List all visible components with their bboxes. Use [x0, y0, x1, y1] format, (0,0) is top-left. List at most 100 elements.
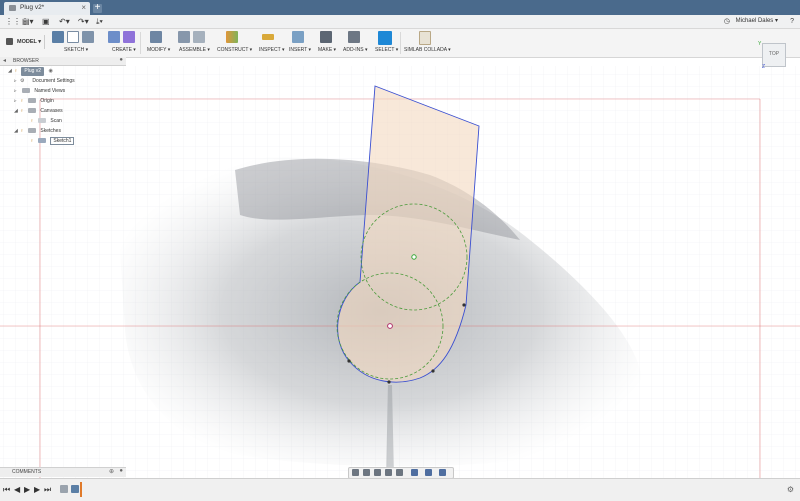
recent-button[interactable]: ⤓▾: [96, 17, 103, 26]
modify-icon[interactable]: [150, 31, 162, 43]
browser-root[interactable]: ◢ ♀ Plug v2 ◉: [8, 67, 53, 76]
tree-item-origin[interactable]: ▹ ♀ Origin: [14, 97, 54, 106]
simlab-label: SIMLAB COLLADA ▾: [404, 47, 451, 53]
visibility-bulb-icon[interactable]: ♀: [14, 67, 20, 76]
gear-icon: ⚙: [20, 78, 25, 84]
visibility-bulb-icon[interactable]: ♀: [20, 97, 26, 106]
go-to-start-button[interactable]: ⏮: [3, 485, 10, 494]
tree-item-label: Sketch1: [50, 137, 75, 145]
tree-item-sketches[interactable]: ◢ ♀ Sketches: [14, 127, 61, 136]
form-icon[interactable]: [123, 31, 135, 43]
expand-arrow-icon[interactable]: ▹: [14, 87, 20, 96]
spline-icon[interactable]: [67, 31, 79, 43]
title-bar: Plug v2* × +: [0, 0, 800, 15]
file-menu-button[interactable]: ▤▾: [22, 17, 34, 26]
browser-title: BROWSER: [13, 58, 39, 64]
tree-item-label: Named Views: [34, 88, 66, 94]
sketch-point[interactable]: [462, 303, 466, 307]
extrude-icon[interactable]: [108, 31, 120, 43]
settings-gear-icon[interactable]: ⚙: [787, 485, 794, 494]
close-tab-icon[interactable]: ×: [81, 3, 86, 12]
measure-icon[interactable]: [262, 34, 274, 40]
sketch-icon: [38, 138, 46, 144]
assemble-label: ASSEMBLE ▾: [179, 47, 210, 53]
tree-item-canvases[interactable]: ◢ ♀ Canvases: [14, 107, 63, 116]
save-button[interactable]: ▣: [42, 17, 50, 26]
sketch-label: SKETCH ▾: [64, 47, 89, 53]
step-back-button[interactable]: ◀: [14, 485, 20, 494]
new-tab-button[interactable]: +: [93, 3, 102, 13]
timeline-feature-canvas-icon[interactable]: [60, 485, 68, 493]
folder-icon: [28, 128, 36, 134]
make-icon[interactable]: [320, 31, 332, 43]
browser-panel-header[interactable]: ◂ BROWSER ●: [0, 57, 126, 66]
pan-icon[interactable]: [374, 469, 381, 476]
design-canvas[interactable]: [0, 66, 800, 478]
tree-item-label: Sketches: [40, 128, 61, 134]
play-button[interactable]: ▶: [24, 485, 30, 494]
viewcube[interactable]: TOP: [762, 43, 786, 67]
panel-pin-icon[interactable]: ●: [119, 57, 123, 63]
collapse-icon[interactable]: ◂: [3, 57, 6, 64]
document-tab[interactable]: Plug v2* ×: [4, 2, 90, 15]
center-point-upper[interactable]: [411, 254, 417, 260]
quick-access-toolbar: ⋮⋮⋮ ▤▾ ▣ ↶▾ ↷▾ ⤓▾ ◷ Michael Dales ▾ ?: [0, 15, 800, 29]
document-tab-label: Plug v2*: [20, 4, 45, 11]
sketch-point[interactable]: [347, 359, 351, 363]
scripts-icon[interactable]: [348, 31, 360, 43]
redo-button[interactable]: ↷▾: [78, 17, 89, 26]
visibility-bulb-icon[interactable]: ♀: [30, 137, 36, 146]
visibility-bulb-icon[interactable]: ♀: [20, 127, 26, 136]
workspace-icon: [6, 38, 13, 45]
component-icon[interactable]: [193, 31, 205, 43]
folder-icon: [28, 108, 36, 114]
insert-label: INSERT ▾: [289, 47, 312, 53]
tree-item-scan[interactable]: ♀ Scan: [30, 117, 62, 126]
user-menu[interactable]: Michael Dales ▾: [736, 17, 778, 24]
ribbon-toolbar: MODEL ▾ SKETCH ▾ CREATE ▾ MODIFY ▾ ASSEM…: [0, 29, 800, 58]
help-icon[interactable]: ?: [790, 17, 794, 26]
sketch-point[interactable]: [387, 380, 391, 384]
undo-button[interactable]: ↶▾: [59, 17, 70, 26]
divider: [140, 32, 141, 54]
timeline-marker[interactable]: [80, 482, 82, 497]
go-to-end-button[interactable]: ⏭: [44, 485, 51, 494]
select-label: SELECT ▾: [375, 47, 399, 53]
root-component-label: Plug v2: [21, 67, 45, 76]
select-cursor-icon[interactable]: [378, 31, 392, 45]
comments-panel[interactable]: COMMENTS ⊕ ●: [0, 467, 126, 477]
origin-point[interactable]: [387, 323, 393, 329]
look-at-icon[interactable]: [363, 469, 370, 476]
line-icon[interactable]: [82, 31, 94, 43]
tree-item-named-views[interactable]: ▹ Named Views: [14, 87, 65, 96]
create-sketch-icon[interactable]: [52, 31, 64, 43]
construct-plane-icon[interactable]: [226, 31, 238, 43]
panel-pin-icon[interactable]: ●: [119, 468, 123, 474]
timeline-feature-sketch-icon[interactable]: [71, 485, 79, 493]
activate-radio-icon[interactable]: ◉: [48, 68, 52, 74]
zoom-icon[interactable]: [385, 469, 392, 476]
clock-icon[interactable]: ◷: [724, 17, 730, 26]
workspace-label: MODEL ▾: [17, 39, 42, 45]
inspect-label: INSPECT ▾: [259, 47, 285, 53]
visibility-bulb-icon[interactable]: ♀: [20, 107, 26, 116]
insert-image-icon[interactable]: [292, 31, 304, 43]
workspace-switcher[interactable]: MODEL ▾: [4, 35, 45, 49]
step-forward-button[interactable]: ▶: [34, 485, 40, 494]
joint-icon[interactable]: [178, 31, 190, 43]
folder-icon: [28, 98, 36, 104]
document-icon: [9, 5, 16, 11]
tree-item-sketch1[interactable]: ♀ Sketch1: [30, 137, 75, 146]
grid-settings-icon[interactable]: [425, 469, 432, 476]
collada-export-icon[interactable]: [419, 31, 431, 45]
tree-item-document-settings[interactable]: ▹ ⚙ Document Settings: [14, 77, 75, 86]
fit-icon[interactable]: [396, 469, 403, 476]
sketch-point[interactable]: [431, 369, 435, 373]
add-comment-icon[interactable]: ⊕: [109, 468, 114, 475]
orbit-icon[interactable]: [352, 469, 359, 476]
visibility-bulb-icon[interactable]: ♀: [30, 117, 36, 126]
viewports-icon[interactable]: [439, 469, 446, 476]
addins-label: ADD-INS ▾: [343, 47, 368, 53]
display-settings-icon[interactable]: [411, 469, 418, 476]
viewcube-face-label: TOP: [768, 51, 780, 57]
